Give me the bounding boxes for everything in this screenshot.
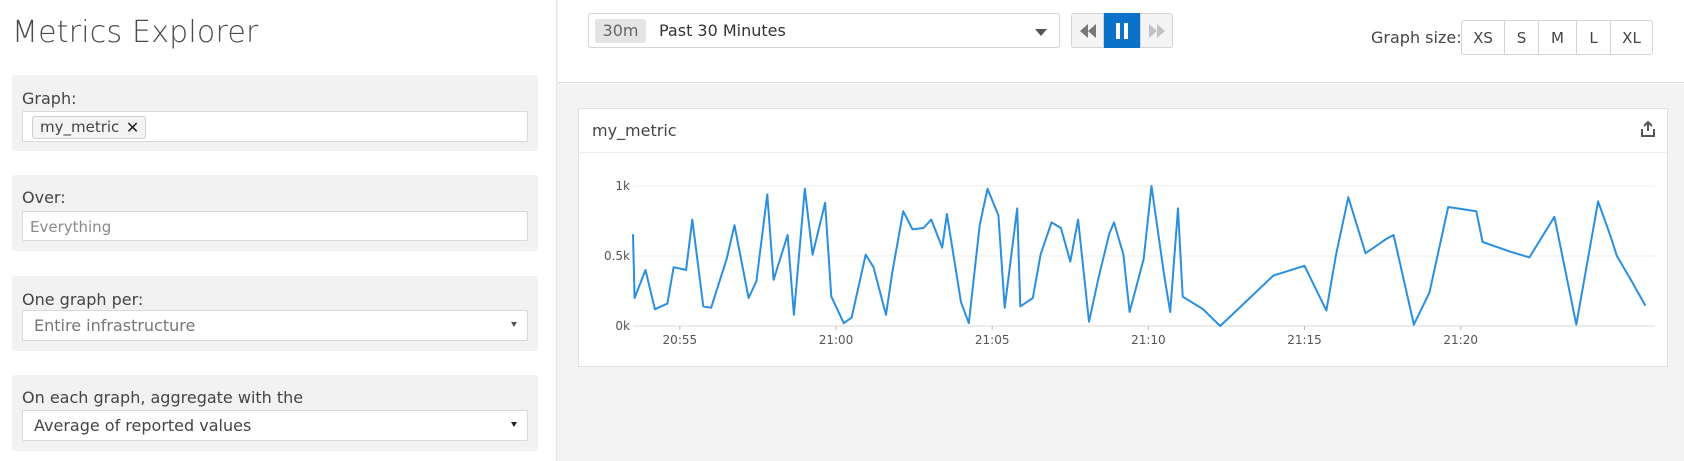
pause-icon [1116, 22, 1128, 39]
time-range-badge: 30m [595, 19, 646, 43]
over-panel: Over: Everything [12, 175, 538, 251]
content-area: my_metric 0k 0.5k 1k 20:55 21:00 21:05 21:10 2… [558, 84, 1684, 461]
graph-size-s-button[interactable]: S [1505, 20, 1539, 55]
chevron-down-icon [511, 422, 517, 427]
y-axis-ticks: 0k 0.5k 1k [604, 179, 630, 333]
sidebar: Metrics Explorer Graph: my_metric ✕ Over… [0, 0, 557, 461]
metric-tag: my_metric ✕ [32, 116, 147, 139]
x-tick-label: 21:20 [1443, 333, 1478, 347]
remove-tag-icon[interactable]: ✕ [126, 117, 139, 138]
graph-size-xl-button[interactable]: XL [1611, 20, 1653, 55]
graph-size-m-button[interactable]: M [1539, 20, 1577, 55]
graph-size-l-button[interactable]: L [1577, 20, 1611, 55]
y-tick-label: 0.5k [604, 249, 630, 263]
over-placeholder: Everything [30, 218, 112, 236]
graph-card: my_metric 0k 0.5k 1k 20:55 21:00 21:05 21:10 2… [578, 108, 1668, 367]
over-input[interactable]: Everything [22, 211, 528, 241]
metric-tag-label: my_metric [40, 118, 120, 136]
share-icon [1641, 120, 1655, 137]
aggregate-value: Average of reported values [34, 416, 252, 435]
x-axis-ticks: 20:55 21:00 21:05 21:10 21:15 21:20 [663, 326, 1478, 347]
aggregate-label: On each graph, aggregate with the [22, 388, 304, 407]
graph-label: Graph: [22, 89, 77, 108]
graph-panel: Graph: my_metric ✕ [12, 75, 538, 151]
aggregate-panel: On each graph, aggregate with the Averag… [12, 375, 538, 451]
aggregate-select[interactable]: Average of reported values [22, 410, 528, 441]
over-label: Over: [22, 188, 66, 207]
one-graph-per-label: One graph per: [22, 290, 144, 309]
toolbar: 30m Past 30 Minutes Graph size: XS S M L… [558, 0, 1684, 83]
y-tick-label: 0k [615, 319, 630, 333]
x-tick-label: 21:05 [975, 333, 1010, 347]
x-tick-label: 21:10 [1131, 333, 1166, 347]
playback-controls [1071, 13, 1173, 48]
chevron-down-icon [1035, 29, 1047, 36]
pause-button[interactable] [1104, 13, 1140, 48]
one-graph-per-panel: One graph per: Entire infrastructure [12, 276, 538, 351]
page-title: Metrics Explorer [12, 15, 259, 50]
rewind-button[interactable] [1071, 13, 1104, 48]
time-range-select[interactable]: 30m Past 30 Minutes [588, 13, 1060, 48]
graph-size-xs-button[interactable]: XS [1461, 20, 1505, 55]
graph-title: my_metric [592, 121, 677, 140]
graph-header: my_metric [579, 109, 1667, 153]
x-tick-label: 21:15 [1287, 333, 1322, 347]
x-tick-label: 20:55 [663, 333, 698, 347]
y-tick-label: 1k [615, 179, 630, 193]
time-range-label: Past 30 Minutes [659, 21, 786, 40]
one-graph-per-select[interactable]: Entire infrastructure [22, 310, 528, 341]
fast-forward-icon [1148, 23, 1165, 38]
graph-size-group: XS S M L XL [1461, 20, 1653, 55]
fast-forward-button[interactable] [1140, 13, 1173, 48]
line-chart: 0k 0.5k 1k 20:55 21:00 21:05 21:10 21:15 21:20 [604, 179, 1655, 347]
chevron-down-icon [511, 322, 517, 327]
metric-input[interactable]: my_metric ✕ [22, 111, 528, 142]
x-tick-label: 21:00 [819, 333, 854, 347]
one-graph-per-value: Entire infrastructure [34, 316, 196, 335]
graph-size-label: Graph size: [1371, 28, 1462, 47]
export-button[interactable] [1639, 120, 1657, 142]
rewind-icon [1079, 23, 1096, 38]
